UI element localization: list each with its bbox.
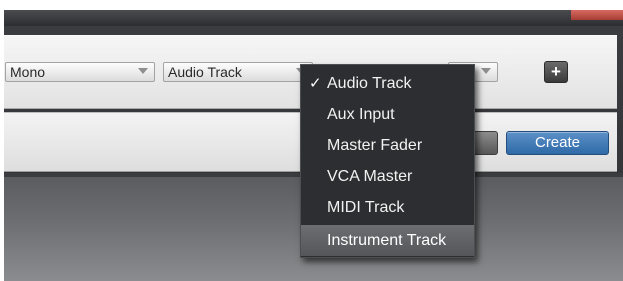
chevron-down-icon [481,68,491,74]
chevron-down-icon [138,68,148,74]
menu-item-label: VCA Master [327,168,413,185]
channel-format-value: Mono [10,64,46,80]
menu-item-label: Audio Track [327,75,412,92]
menu-item-vca-master[interactable]: VCA Master [301,161,474,192]
screenshot-stage: Mono Audio Track + Create ✓ Audio Track … [0,0,623,281]
track-type-dropdown-menu: ✓ Audio Track Aux Input Master Fader VCA… [300,64,475,258]
close-button-edge[interactable] [571,10,623,20]
menu-item-instrument-track[interactable]: Instrument Track [301,225,474,256]
menu-item-label: MIDI Track [327,199,405,216]
window-title-strip [4,10,623,26]
menu-item-midi-track[interactable]: MIDI Track [301,192,474,223]
channel-format-select[interactable]: Mono [5,62,155,82]
menu-item-label: Master Fader [327,137,423,154]
menu-item-label: Aux Input [327,106,395,123]
menu-item-aux-input[interactable]: Aux Input [301,99,474,130]
menu-item-master-fader[interactable]: Master Fader [301,130,474,161]
checkmark-icon: ✓ [309,75,322,92]
add-row-button[interactable]: + [544,61,568,83]
menu-item-audio-track[interactable]: ✓ Audio Track [301,68,474,99]
menu-item-label: Instrument Track [327,232,447,249]
create-button[interactable]: Create [506,131,609,155]
track-type-select[interactable]: Audio Track [163,62,313,82]
track-type-value: Audio Track [168,64,242,80]
